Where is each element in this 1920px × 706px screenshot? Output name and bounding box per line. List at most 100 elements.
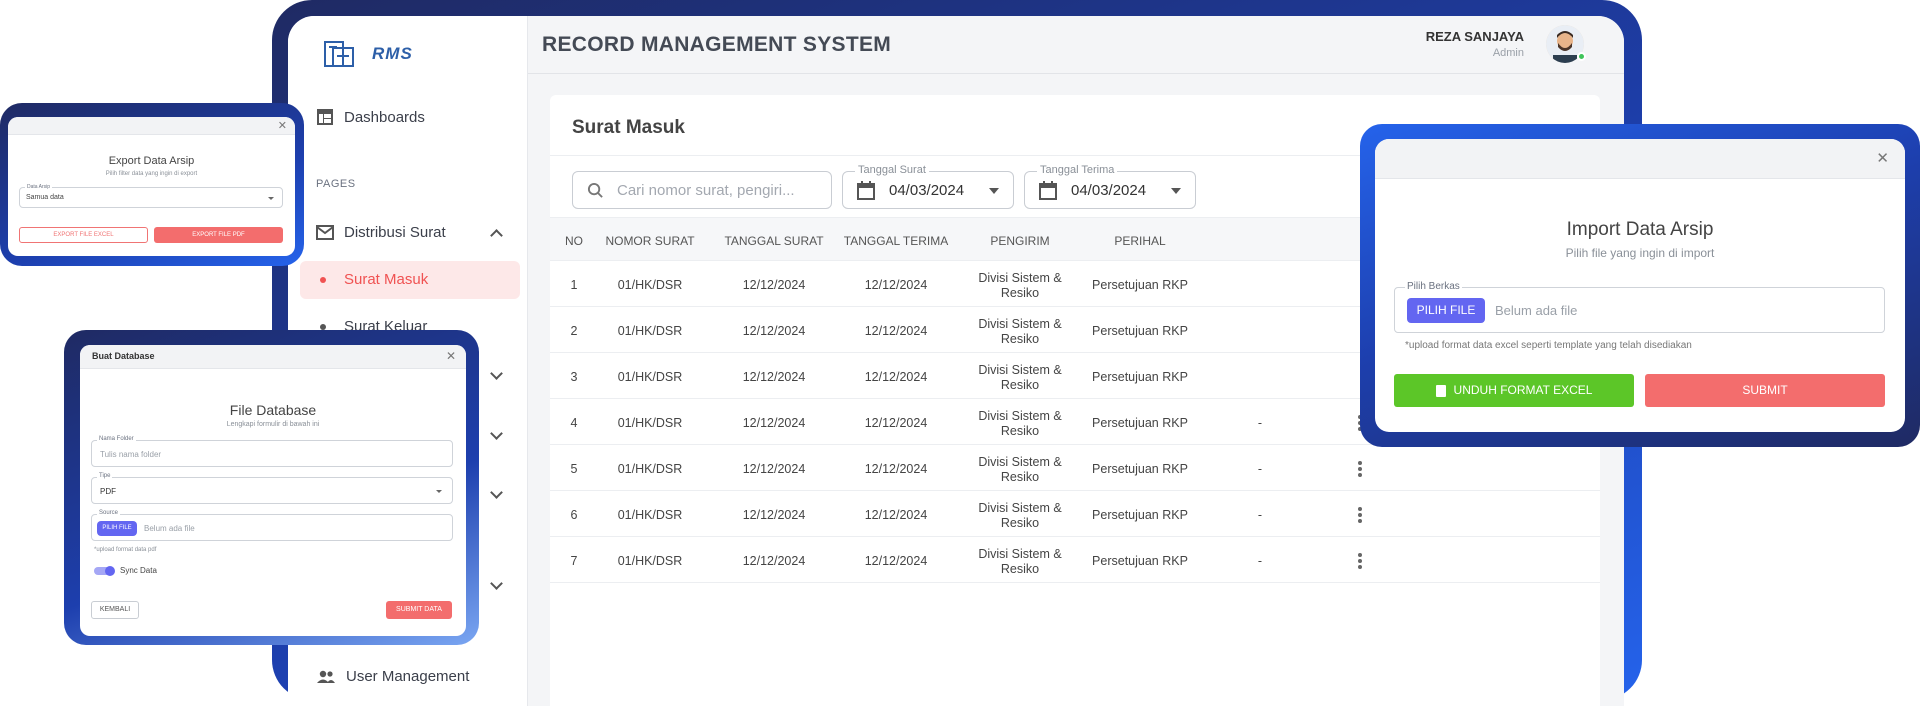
table-cell: - [1257, 554, 1263, 568]
column-header[interactable]: NOMOR SURAT [590, 234, 710, 248]
field-value: PDF [100, 487, 116, 496]
table-cell: 2 [570, 324, 578, 338]
submit-button[interactable]: SUBMIT [1645, 374, 1885, 407]
table-row[interactable]: 5 01/HK/DSR 12/12/2024 12/12/2024 Persetujua… [550, 445, 1600, 491]
chevron-down-icon[interactable] [490, 486, 503, 499]
source-file-input[interactable]: Source PILIH FILE Belum ada file [91, 510, 453, 541]
logo-icon [324, 41, 354, 67]
pilih-file-button[interactable]: PILIH FILE [97, 521, 137, 536]
tanggal-terima-filter[interactable]: Tanggal Terima 04/03/2024 [1024, 164, 1196, 209]
table-cell: Persetujuan RKP [1092, 554, 1188, 568]
table-cell: - [1257, 508, 1263, 522]
unduh-format-excel-button[interactable]: UNDUH FORMAT EXCEL [1394, 374, 1634, 407]
table-row[interactable]: 6 01/HK/DSR 12/12/2024 12/12/2024 Persetujua… [550, 491, 1600, 537]
table-cell: 6 [570, 508, 578, 522]
user-name: REZA SANJAYA [1425, 29, 1524, 44]
modal-header: ✕ [8, 117, 295, 135]
more-vert-icon[interactable] [1358, 507, 1362, 525]
spreadsheet-icon [1435, 384, 1446, 397]
chevron-down-icon[interactable] [490, 577, 503, 590]
sync-toggle[interactable] [94, 566, 115, 576]
column-header[interactable]: TANGGAL SURAT [714, 234, 834, 248]
table-cell: Divisi Sistem & [978, 409, 1062, 423]
sidebar-item-dashboards[interactable]: Dashboards [316, 108, 425, 126]
dashboard-icon [317, 109, 333, 125]
close-icon[interactable]: ✕ [1876, 149, 1889, 167]
sidebar-item-label: Dashboards [344, 108, 425, 126]
sync-label: Sync Data [120, 566, 157, 575]
chevron-up-icon[interactable] [490, 229, 503, 242]
export-pdf-button[interactable]: EXPORT FILE PDF [154, 227, 283, 243]
sidebar-item-user-management[interactable]: User Management [316, 668, 469, 685]
field-label: Tipe [97, 473, 113, 479]
column-header[interactable]: PERIHAL [1080, 234, 1200, 248]
table-cell: 12/12/2024 [742, 462, 806, 476]
table-cell: 01/HK/DSR [617, 508, 683, 522]
field-label: Tanggal Terima [1037, 164, 1118, 176]
modal-header-title: Buat Database [92, 351, 155, 361]
nama-folder-input[interactable]: Nama Folder Tulis nama folder [91, 436, 453, 467]
tanggal-surat-filter[interactable]: Tanggal Surat 04/03/2024 [842, 164, 1014, 209]
table-cell: 01/HK/DSR [617, 278, 683, 292]
table-cell: 12/12/2024 [742, 554, 806, 568]
chevron-down-icon[interactable] [490, 427, 503, 440]
calendar-icon [857, 181, 875, 200]
search-input[interactable]: Cari nomor surat, pengiri... [572, 171, 832, 209]
submit-data-button[interactable]: SUBMIT DATA [386, 601, 452, 619]
toggle-knob [105, 566, 115, 576]
table-cell: 12/12/2024 [864, 508, 928, 522]
more-vert-icon[interactable] [1358, 553, 1362, 571]
table-cell: Divisi Sistem & [978, 455, 1062, 469]
sidebar-section-caption: PAGES [316, 178, 356, 190]
table-cell: 12/12/2024 [864, 416, 928, 430]
export-excel-button[interactable]: EXPORT FILE EXCEL [19, 227, 148, 243]
user-role: Admin [1492, 47, 1524, 59]
table-cell: 12/12/2024 [864, 324, 928, 338]
topbar: RECORD MANAGEMENT SYSTEM REZA SANJAYA Ad… [528, 16, 1624, 74]
tipe-select[interactable]: Tipe PDF [91, 473, 453, 504]
back-button[interactable]: KEMBALI [91, 601, 139, 619]
table-cell: 12/12/2024 [742, 324, 806, 338]
sidebar-item-surat-masuk[interactable]: Surat Masuk [320, 271, 428, 288]
table-cell: 12/12/2024 [742, 416, 806, 430]
table-cell: 12/12/2024 [742, 278, 806, 292]
pilih-berkas-input[interactable]: Pilih Berkas PILIH FILE Belum ada file [1394, 281, 1885, 333]
pilih-file-button[interactable]: PILIH FILE [1407, 298, 1485, 323]
table-cell: Resiko [1000, 470, 1040, 484]
close-icon[interactable]: ✕ [278, 119, 287, 132]
close-icon[interactable]: ✕ [446, 349, 456, 363]
table-cell: Resiko [1000, 424, 1040, 438]
modal-title: Import Data Arsip [1566, 219, 1714, 240]
modal-title: File Database [229, 402, 317, 418]
sidebar-item-distribusi[interactable]: Distribusi Surat [316, 224, 446, 241]
mail-icon [316, 225, 334, 240]
column-header[interactable]: PENGIRIM [960, 234, 1080, 248]
page-title: Surat Masuk [572, 117, 685, 138]
field-value: Samua data [26, 194, 64, 201]
more-vert-icon[interactable] [1358, 461, 1362, 479]
button-label: UNDUH FORMAT EXCEL [1453, 383, 1593, 397]
table-cell: Divisi Sistem & [978, 547, 1062, 561]
chevron-down-icon[interactable] [490, 367, 503, 380]
table-cell: 5 [570, 462, 578, 476]
caret-down-icon [436, 490, 442, 493]
bullet-icon [320, 276, 326, 283]
data-arsip-select[interactable]: Data Arsip Samua data [19, 184, 283, 208]
table-cell: Resiko [1000, 516, 1040, 530]
column-header[interactable]: TANGGAL TERIMA [836, 234, 956, 248]
modal-title: Export Data Arsip [108, 155, 195, 167]
table-cell: Persetujuan RKP [1092, 462, 1188, 476]
table-cell: Persetujuan RKP [1092, 370, 1188, 384]
table-row[interactable]: 7 01/HK/DSR 12/12/2024 12/12/2024 Persetujua… [550, 537, 1600, 583]
app-logo[interactable]: RMS [322, 38, 413, 70]
table-cell: Divisi Sistem & [978, 501, 1062, 515]
table-cell: Resiko [1000, 562, 1040, 576]
bullet-icon [320, 323, 326, 330]
search-placeholder: Cari nomor surat, pengiri... [617, 182, 795, 199]
sidebar-item-label: User Management [346, 668, 470, 685]
column-header[interactable]: NO [562, 234, 586, 248]
caret-down-icon [989, 188, 999, 194]
date-value: 04/03/2024 [889, 182, 965, 199]
table-cell: 12/12/2024 [742, 370, 806, 384]
caret-down-icon [1171, 188, 1181, 194]
